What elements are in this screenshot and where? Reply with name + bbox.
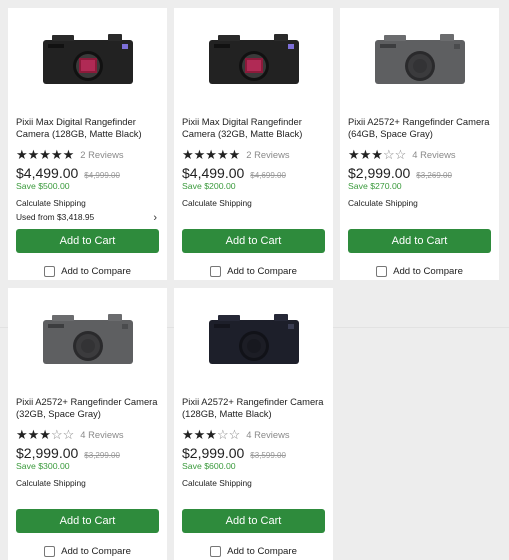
add-to-compare[interactable]: Add to Compare bbox=[182, 264, 325, 278]
product-title[interactable]: Pixii A2572+ Rangefinder Camera (32GB, S… bbox=[16, 396, 159, 422]
price: $2,999.00 bbox=[348, 165, 411, 181]
rating-row: ★★★☆☆ 4 Reviews bbox=[182, 428, 325, 441]
product-image[interactable] bbox=[182, 8, 325, 108]
add-to-cart-button[interactable]: Add to Cart bbox=[182, 509, 325, 533]
product-card: Pixii A2572+ Rangefinder Camera (64GB, S… bbox=[340, 8, 499, 280]
stars-filled: ★★★ bbox=[182, 427, 217, 442]
add-to-cart-button[interactable]: Add to Cart bbox=[16, 509, 159, 533]
compare-label: Add to Compare bbox=[227, 545, 297, 557]
stars-filled: ★★★ bbox=[16, 427, 51, 442]
compare-checkbox[interactable] bbox=[210, 265, 222, 277]
compare-label: Add to Compare bbox=[61, 265, 131, 277]
savings: Save $200.00 bbox=[182, 181, 236, 191]
calculate-shipping-link[interactable]: Calculate Shipping bbox=[16, 478, 159, 488]
used-from-link[interactable]: Used from $3,418.95 › bbox=[16, 212, 159, 224]
old-price: $3,299.00 bbox=[84, 451, 120, 460]
add-to-cart-button[interactable]: Add to Cart bbox=[182, 229, 325, 253]
star-rating: ★★★★★ bbox=[16, 148, 74, 161]
stars-empty: ☆☆ bbox=[216, 427, 241, 442]
product-card: Pixii Max Digital Rangefinder Camera (12… bbox=[8, 8, 167, 280]
product-image[interactable] bbox=[16, 288, 159, 388]
compare-label: Add to Compare bbox=[393, 265, 463, 277]
chevron-right-icon: › bbox=[153, 212, 157, 224]
reviews-link[interactable]: 4 Reviews bbox=[412, 149, 455, 160]
product-image[interactable] bbox=[16, 8, 159, 108]
price: $2,999.00 bbox=[182, 445, 245, 461]
camera-icon bbox=[208, 314, 299, 364]
compare-checkbox[interactable] bbox=[376, 265, 388, 277]
price-row: $4,499.00 $4,699.00 bbox=[182, 165, 325, 181]
star-rating: ★★★☆☆ bbox=[16, 428, 74, 441]
stars-empty: ☆☆ bbox=[50, 427, 75, 442]
rating-row: ★★★★★ 2 Reviews bbox=[182, 148, 325, 161]
add-to-cart-button[interactable]: Add to Cart bbox=[348, 229, 491, 253]
stars-filled: ★★★★★ bbox=[182, 147, 241, 162]
camera-icon bbox=[42, 314, 133, 364]
reviews-link[interactable]: 4 Reviews bbox=[246, 429, 289, 440]
star-rating: ★★★★★ bbox=[182, 148, 240, 161]
product-title[interactable]: Pixii A2572+ Rangefinder Camera (64GB, S… bbox=[348, 116, 491, 142]
price: $4,499.00 bbox=[16, 165, 79, 181]
add-to-cart-button[interactable]: Add to Cart bbox=[16, 229, 159, 253]
calculate-shipping-link[interactable]: Calculate Shipping bbox=[182, 478, 325, 488]
reviews-link[interactable]: 2 Reviews bbox=[246, 149, 289, 160]
rating-row: ★★★☆☆ 4 Reviews bbox=[16, 428, 159, 441]
savings: Save $500.00 bbox=[16, 181, 70, 191]
product-title[interactable]: Pixii A2572+ Rangefinder Camera (128GB, … bbox=[182, 396, 325, 422]
old-price: $4,699.00 bbox=[250, 171, 286, 180]
savings: Save $300.00 bbox=[16, 461, 70, 471]
stars-filled: ★★★ bbox=[348, 147, 383, 162]
product-image[interactable] bbox=[182, 288, 325, 388]
product-title[interactable]: Pixii Max Digital Rangefinder Camera (12… bbox=[16, 116, 159, 142]
add-to-compare[interactable]: Add to Compare bbox=[16, 544, 159, 558]
calculate-shipping-link[interactable]: Calculate Shipping bbox=[348, 198, 491, 208]
used-from-label: Used from $3,418.95 bbox=[16, 212, 95, 222]
star-rating: ★★★☆☆ bbox=[182, 428, 240, 441]
product-card: Pixii A2572+ Rangefinder Camera (128GB, … bbox=[174, 288, 333, 560]
add-to-compare[interactable]: Add to Compare bbox=[16, 264, 159, 278]
old-price: $4,999.00 bbox=[84, 171, 120, 180]
reviews-link[interactable]: 4 Reviews bbox=[80, 429, 123, 440]
add-to-compare[interactable]: Add to Compare bbox=[182, 544, 325, 558]
old-price: $3,599.00 bbox=[250, 451, 286, 460]
price: $4,499.00 bbox=[182, 165, 245, 181]
price-row: $2,999.00 $3,269.00 bbox=[348, 165, 491, 181]
calculate-shipping-link[interactable]: Calculate Shipping bbox=[16, 198, 159, 208]
add-to-compare[interactable]: Add to Compare bbox=[348, 264, 491, 278]
price: $2,999.00 bbox=[16, 445, 79, 461]
camera-icon bbox=[374, 34, 465, 84]
price-row: $4,499.00 $4,999.00 bbox=[16, 165, 159, 181]
calculate-shipping-link[interactable]: Calculate Shipping bbox=[182, 198, 325, 208]
stars-filled: ★★★★★ bbox=[16, 147, 75, 162]
rating-row: ★★★☆☆ 4 Reviews bbox=[348, 148, 491, 161]
price-row: $2,999.00 $3,299.00 bbox=[16, 445, 159, 461]
stars-empty: ☆☆ bbox=[382, 147, 407, 162]
old-price: $3,269.00 bbox=[416, 171, 452, 180]
star-rating: ★★★☆☆ bbox=[348, 148, 406, 161]
price-row: $2,999.00 $3,599.00 bbox=[182, 445, 325, 461]
rating-row: ★★★★★ 2 Reviews bbox=[16, 148, 159, 161]
compare-label: Add to Compare bbox=[227, 265, 297, 277]
product-card: Pixii Max Digital Rangefinder Camera (32… bbox=[174, 8, 333, 280]
compare-checkbox[interactable] bbox=[210, 545, 222, 557]
savings: Save $600.00 bbox=[182, 461, 236, 471]
compare-label: Add to Compare bbox=[61, 545, 131, 557]
product-card: Pixii A2572+ Rangefinder Camera (32GB, S… bbox=[8, 288, 167, 560]
camera-icon bbox=[208, 34, 299, 84]
compare-checkbox[interactable] bbox=[44, 265, 56, 277]
product-image[interactable] bbox=[348, 8, 491, 108]
savings: Save $270.00 bbox=[348, 181, 402, 191]
product-title[interactable]: Pixii Max Digital Rangefinder Camera (32… bbox=[182, 116, 325, 142]
camera-icon bbox=[42, 34, 133, 84]
reviews-link[interactable]: 2 Reviews bbox=[80, 149, 123, 160]
compare-checkbox[interactable] bbox=[44, 545, 56, 557]
